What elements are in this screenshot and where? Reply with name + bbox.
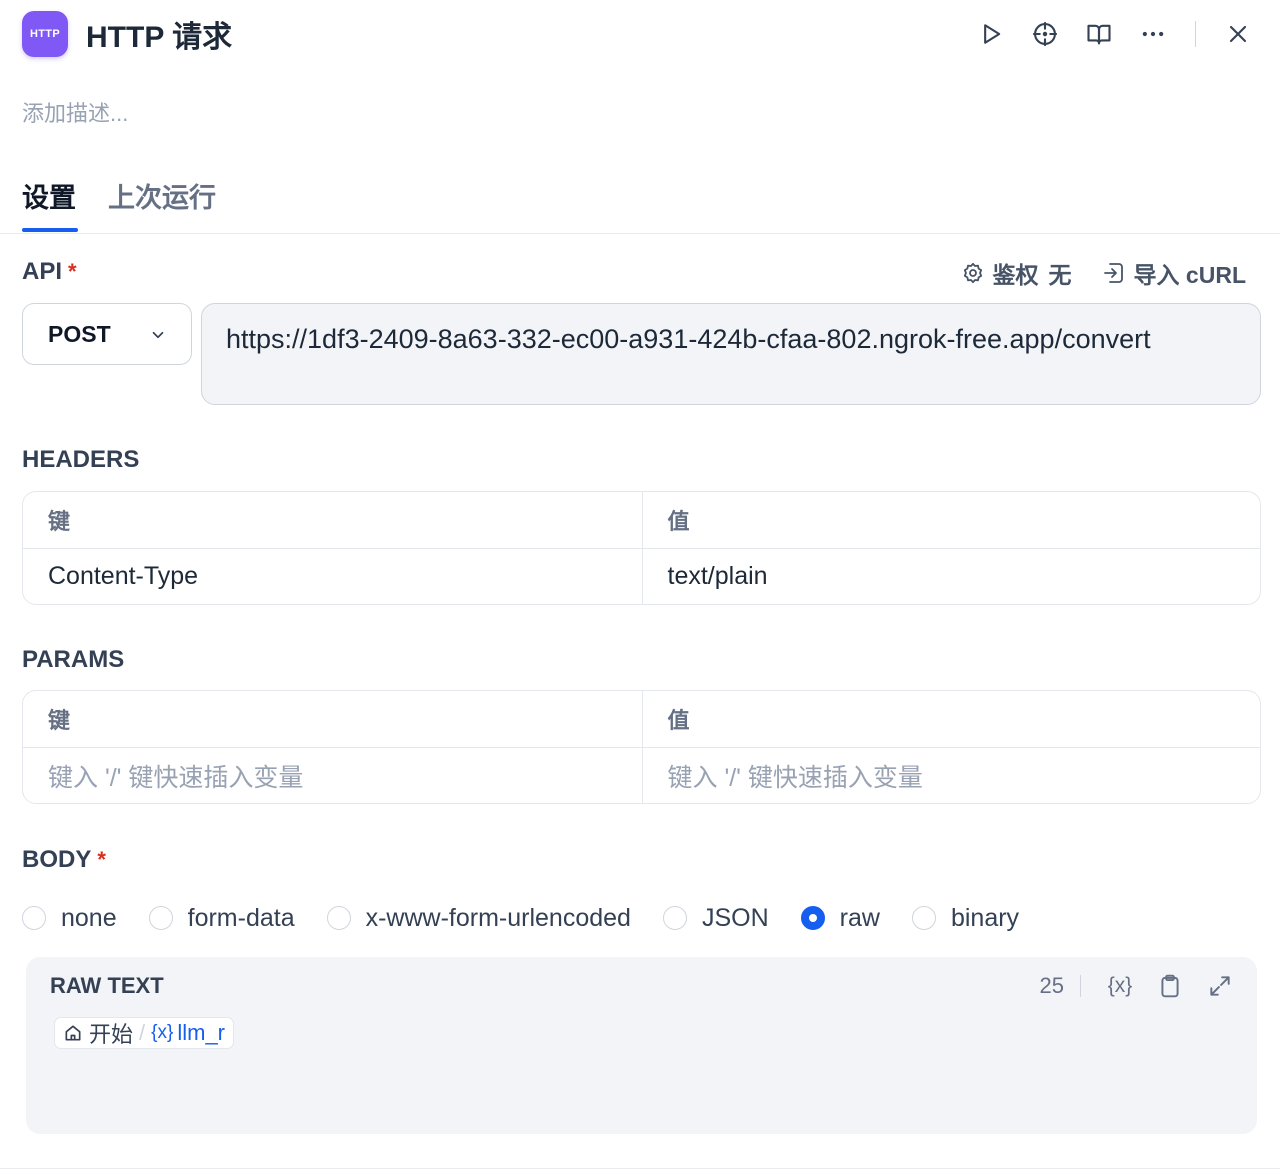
required-mark: * [97, 847, 106, 872]
docs-button[interactable] [1079, 14, 1119, 54]
header-actions [957, 10, 1258, 58]
radio-label: none [61, 903, 117, 932]
radio-label: form-data [187, 903, 295, 932]
radio-circle [662, 906, 687, 930]
variable-icon: {x} [151, 1022, 174, 1043]
char-count: 25 [1039, 973, 1064, 998]
run-button[interactable] [971, 14, 1011, 54]
tab-bar: 设置 上次运行 [0, 170, 1280, 234]
body-type-radio-group: none form-data x-www-form-urlencoded JSO… [22, 900, 1019, 936]
more-icon [1142, 31, 1164, 37]
tab-settings[interactable]: 设置 [22, 176, 76, 215]
radio-json[interactable]: JSON [662, 903, 769, 933]
header-value-input[interactable]: text/plain [641, 549, 1261, 604]
tab-last-run[interactable]: 上次运行 [108, 176, 216, 215]
radio-label: raw [839, 903, 880, 932]
play-icon [984, 24, 1001, 44]
headers-section-label: HEADERS [22, 446, 140, 473]
locate-icon [1032, 21, 1058, 47]
key-column-header: 键 [48, 708, 71, 733]
value-column-header: 值 [641, 691, 1261, 747]
radio-circle [326, 906, 351, 930]
raw-text-title: RAW TEXT [50, 973, 164, 998]
clipboard-icon [1161, 974, 1179, 998]
value-column-header: 值 [641, 492, 1261, 548]
table-row: 键入 '/' 键快速插入变量 键入 '/' 键快速插入变量 [23, 747, 1260, 803]
params-section-label: PARAMS [22, 646, 125, 673]
radio-circle [911, 906, 936, 930]
method-value: POST [48, 320, 111, 347]
close-button[interactable] [1218, 14, 1258, 54]
expand-icon [1210, 976, 1230, 996]
home-icon [65, 1025, 81, 1041]
auth-label: 鉴权 [992, 262, 1039, 288]
book-icon [1087, 24, 1111, 45]
radio-binary[interactable]: binary [911, 903, 1020, 933]
radio-label: binary [950, 903, 1020, 932]
raw-editor-tools: 25 {x} [1040, 969, 1237, 1003]
description-input[interactable]: 添加描述... [22, 96, 128, 128]
params-table: 键 值 键入 '/' 键快速插入变量 键入 '/' 键快速插入变量 [22, 690, 1261, 804]
tools-divider [1080, 975, 1081, 997]
radio-circle [22, 906, 46, 930]
method-select[interactable]: POST [22, 303, 192, 365]
radio-form-data[interactable]: form-data [148, 903, 295, 933]
api-tools: 鉴权 无 导入 cURL [961, 256, 1246, 290]
required-mark: * [68, 259, 77, 284]
radio-circle [148, 906, 173, 930]
key-column-header: 键 [48, 509, 71, 534]
import-icon [1103, 263, 1123, 283]
header-key-input[interactable]: Content-Type [23, 549, 642, 604]
more-button[interactable] [1133, 14, 1173, 54]
close-icon [1229, 25, 1247, 43]
table-row: Content-Type text/plain [23, 548, 1260, 604]
import-curl-label: 导入 cURL [1133, 262, 1246, 288]
variable-icon: {x} [1107, 974, 1133, 997]
chip-node-name: 开始 [89, 1022, 134, 1047]
insert-variable-button[interactable]: {x} [1103, 969, 1137, 1003]
url-input[interactable]: https://1df3-2409-8a63-332-ec00-a931-424… [201, 303, 1261, 405]
api-section-label: API * [22, 258, 77, 286]
chevron-down-icon [152, 331, 164, 339]
radio-raw[interactable]: raw [800, 903, 880, 933]
chip-separator: / [139, 1020, 146, 1045]
auth-value: 无 [1048, 262, 1072, 288]
active-tab-indicator [22, 228, 78, 232]
radio-label: JSON [701, 903, 769, 932]
auth-button[interactable]: 鉴权 无 [961, 256, 1072, 290]
table-header-row: 键 值 [23, 492, 1260, 548]
api-label: API [22, 258, 63, 285]
param-value-input[interactable]: 键入 '/' 键快速插入变量 [641, 748, 1261, 803]
body-section-label: BODY * [22, 846, 106, 874]
header-divider [1195, 21, 1196, 47]
locate-button[interactable] [1025, 14, 1065, 54]
expand-button[interactable] [1203, 969, 1237, 1003]
table-header-row: 键 值 [23, 691, 1260, 747]
chip-variable-name: llm_r [177, 1020, 226, 1045]
variable-chip[interactable]: 开始 / {x} llm_r [54, 1017, 235, 1049]
copy-button[interactable] [1153, 969, 1187, 1003]
node-title[interactable]: HTTP 请求 [86, 12, 232, 56]
radio-x-www-form-urlencoded[interactable]: x-www-form-urlencoded [326, 903, 631, 933]
body-label: BODY [22, 846, 92, 873]
gear-icon [963, 262, 982, 284]
panel-header: HTTP HTTP 请求 [22, 10, 1258, 58]
http-node-icon: HTTP [22, 11, 68, 57]
raw-text-editor[interactable]: RAW TEXT 25 {x} 开始 / {x} llm_r [26, 957, 1257, 1134]
radio-none[interactable]: none [22, 904, 117, 933]
param-key-input[interactable]: 键入 '/' 键快速插入变量 [23, 748, 642, 803]
radio-circle-checked [800, 906, 825, 930]
headers-table: 键 值 Content-Type text/plain [22, 491, 1261, 605]
bottom-divider [0, 1168, 1280, 1169]
radio-label: x-www-form-urlencoded [365, 903, 631, 932]
import-curl-button[interactable]: 导入 cURL [1102, 256, 1246, 290]
